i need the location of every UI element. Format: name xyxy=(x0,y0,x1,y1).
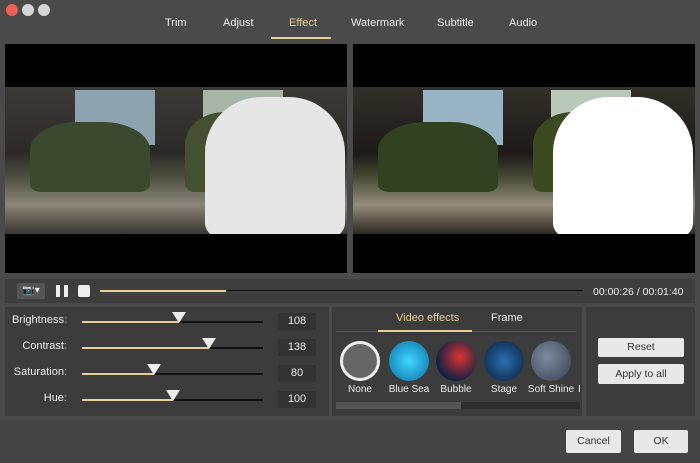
hue-value-field[interactable]: 100 xyxy=(278,391,316,408)
saturation-slider-thumb[interactable] xyxy=(147,364,162,375)
tab-adjust[interactable]: Adjust xyxy=(223,17,254,29)
camera-icon[interactable]: 📷▾ xyxy=(17,283,45,299)
effect-none-label: None xyxy=(348,384,372,395)
effect-partial-label: I xyxy=(578,384,581,395)
effect-none-thumb[interactable] xyxy=(340,341,380,381)
reset-button[interactable]: Reset xyxy=(598,338,684,357)
brightness-slider-fill xyxy=(82,321,179,323)
hue-slider-thumb[interactable] xyxy=(165,390,180,401)
maximize-window-button[interactable] xyxy=(38,4,50,16)
effect-preview xyxy=(353,44,695,273)
hue-label: Hue: xyxy=(43,392,67,404)
close-window-button[interactable] xyxy=(6,4,18,16)
tab-audio[interactable]: Audio xyxy=(509,17,537,29)
saturation-label: Saturation: xyxy=(13,366,67,378)
brightness-slider-thumb[interactable] xyxy=(171,312,186,323)
saturation-slider-fill xyxy=(82,373,155,375)
tab-frame[interactable]: Frame xyxy=(491,312,523,324)
tab-trim[interactable]: Trim xyxy=(165,17,187,29)
contrast-slider-thumb[interactable] xyxy=(201,338,216,349)
effect-soft-shine-label: Soft Shine xyxy=(527,384,575,395)
contrast-slider[interactable] xyxy=(82,338,263,349)
active-effects-tab-indicator xyxy=(378,330,472,332)
stop-icon[interactable] xyxy=(78,285,90,297)
brightness-value-field[interactable]: 108 xyxy=(278,313,316,330)
brightness-slider[interactable] xyxy=(82,312,263,323)
contrast-slider-fill xyxy=(82,347,209,349)
active-tab-indicator xyxy=(271,37,331,39)
cancel-button[interactable]: Cancel xyxy=(566,430,621,453)
effects-scrollbar[interactable] xyxy=(336,402,580,409)
contrast-label: Contrast: xyxy=(22,340,67,352)
effect-stage-thumb[interactable] xyxy=(484,341,524,381)
tab-subtitle[interactable]: Subtitle xyxy=(437,17,474,29)
time-display: 00:00:26 / 00:01:40 xyxy=(593,286,684,298)
pause-icon[interactable] xyxy=(56,285,68,297)
original-preview xyxy=(5,44,347,273)
apply-to-all-button[interactable]: Apply to all xyxy=(598,364,684,384)
effect-bubble-thumb[interactable] xyxy=(436,341,476,381)
hue-slider-fill xyxy=(82,399,173,401)
tab-effect[interactable]: Effect xyxy=(289,17,317,29)
progress-fill xyxy=(100,290,226,292)
hue-slider[interactable] xyxy=(82,390,263,401)
minimize-window-button[interactable] xyxy=(22,4,34,16)
saturation-slider[interactable] xyxy=(82,364,263,375)
saturation-value-field[interactable]: 80 xyxy=(278,365,316,382)
effects-scrollbar-thumb[interactable] xyxy=(336,402,461,409)
tab-watermark[interactable]: Watermark xyxy=(351,17,404,29)
effect-blue-sea-thumb[interactable] xyxy=(389,341,429,381)
actions-panel xyxy=(586,307,695,416)
brightness-label: Brightness: xyxy=(11,314,67,326)
effect-soft-shine-thumb[interactable] xyxy=(531,341,571,381)
contrast-value-field[interactable]: 138 xyxy=(278,339,316,356)
progress-track[interactable] xyxy=(100,290,583,292)
tab-video-effects[interactable]: Video effects xyxy=(396,312,459,324)
ok-button[interactable]: OK xyxy=(634,430,688,453)
